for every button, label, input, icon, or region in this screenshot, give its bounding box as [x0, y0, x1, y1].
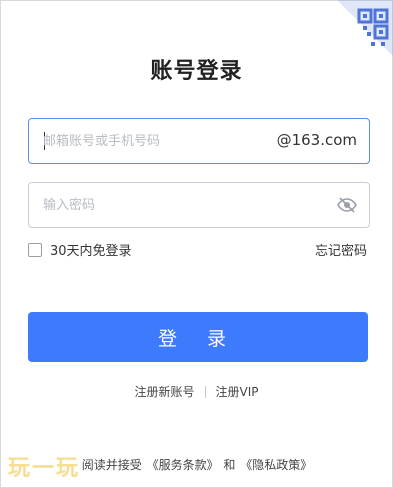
- account-field[interactable]: @163.com: [28, 118, 370, 164]
- page-title: 账号登录: [150, 59, 243, 84]
- password-input[interactable]: [43, 183, 263, 227]
- remember-checkbox[interactable]: [28, 242, 42, 257]
- qr-login-toggle[interactable]: [337, 0, 393, 56]
- watermark-logo: 玩一玩: [8, 456, 81, 481]
- login-button[interactable]: 登 录: [28, 312, 368, 362]
- account-input[interactable]: [43, 119, 263, 163]
- remember-label: 30天内免登录: [50, 244, 132, 259]
- agreement-and: 和: [223, 458, 236, 472]
- terms-link[interactable]: 《服务条款》: [147, 458, 219, 472]
- qr-code-icon: [357, 8, 389, 46]
- eye-slash-icon[interactable]: [337, 197, 357, 217]
- register-vip-link[interactable]: 注册VIP: [216, 383, 259, 400]
- forgot-password-link[interactable]: 忘记密码: [315, 240, 367, 259]
- privacy-link[interactable]: 《隐私政策》: [240, 458, 312, 472]
- register-link[interactable]: 注册新账号: [134, 383, 194, 400]
- domain-suffix: @163.com: [276, 131, 357, 149]
- remember-me[interactable]: 30天内免登录: [28, 240, 132, 259]
- agreement-prefix: 阅读并接受: [81, 458, 142, 472]
- password-field[interactable]: [28, 182, 370, 228]
- divider: [204, 385, 206, 398]
- register-links: 注册新账号 注册VIP: [0, 383, 393, 400]
